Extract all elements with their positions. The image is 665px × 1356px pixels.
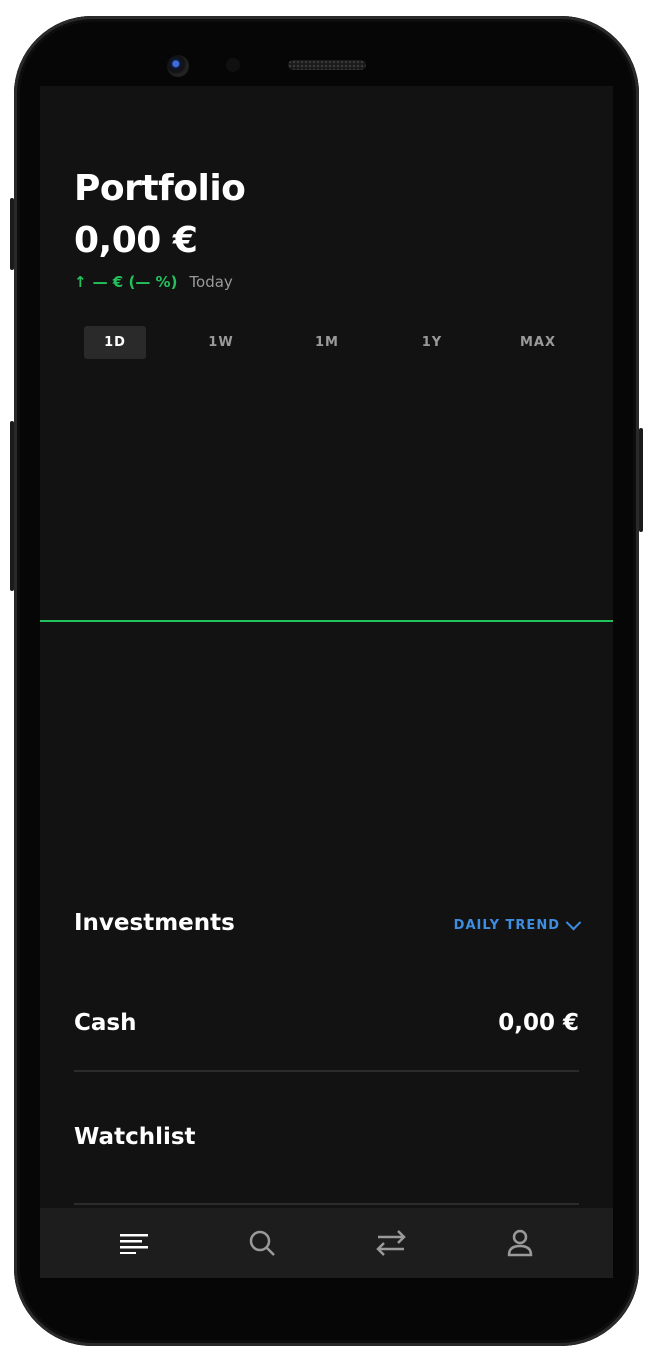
- nav-transfer[interactable]: [319, 1208, 462, 1278]
- range-tab-1d[interactable]: 1D: [84, 326, 146, 359]
- watchlist-title: Watchlist: [74, 1124, 196, 1150]
- range-tab-1y[interactable]: 1Y: [401, 326, 463, 359]
- watchlist-header: Watchlist: [74, 1124, 579, 1150]
- cash-row[interactable]: Cash 0,00 €: [74, 1010, 579, 1036]
- side-button: [10, 198, 14, 270]
- range-tab-max[interactable]: MAX: [507, 326, 569, 359]
- arrow-up-icon: ↑: [74, 273, 87, 291]
- chevron-down-icon: [565, 914, 582, 931]
- investments-header: Investments DAILY TREND: [74, 910, 582, 936]
- front-camera: [167, 55, 189, 77]
- daily-trend-label: DAILY TREND: [453, 918, 560, 933]
- change-period: Today: [189, 273, 233, 291]
- page-title: Portfolio: [74, 168, 246, 209]
- daily-trend-dropdown[interactable]: DAILY TREND: [453, 914, 582, 933]
- cash-value: 0,00 €: [498, 1010, 579, 1036]
- side-button: [10, 421, 14, 591]
- divider: [74, 1203, 579, 1205]
- range-tab-1m[interactable]: 1M: [296, 326, 358, 359]
- search-icon: [249, 1230, 275, 1256]
- portfolio-chart: [40, 620, 613, 622]
- change-value: — € (— %): [92, 273, 178, 291]
- range-selector: 1D 1W 1M 1Y MAX: [84, 326, 574, 359]
- range-tab-1w[interactable]: 1W: [190, 326, 252, 359]
- transfer-icon: [375, 1230, 406, 1256]
- nav-profile[interactable]: [448, 1208, 591, 1278]
- power-button: [639, 428, 643, 532]
- app-screen: Portfolio 0,00 € ↑ — € (— %) Today 1D 1W…: [40, 86, 613, 1278]
- bottom-nav: [40, 1208, 613, 1278]
- sensor: [226, 58, 240, 72]
- divider: [74, 1070, 579, 1072]
- portfolio-icon: [119, 1234, 148, 1254]
- portfolio-change: ↑ — € (— %) Today: [74, 271, 233, 293]
- profile-icon: [507, 1229, 532, 1257]
- earpiece: [288, 60, 366, 70]
- portfolio-value: 0,00 €: [74, 220, 198, 261]
- nav-search[interactable]: [190, 1208, 333, 1278]
- nav-portfolio[interactable]: [62, 1208, 205, 1278]
